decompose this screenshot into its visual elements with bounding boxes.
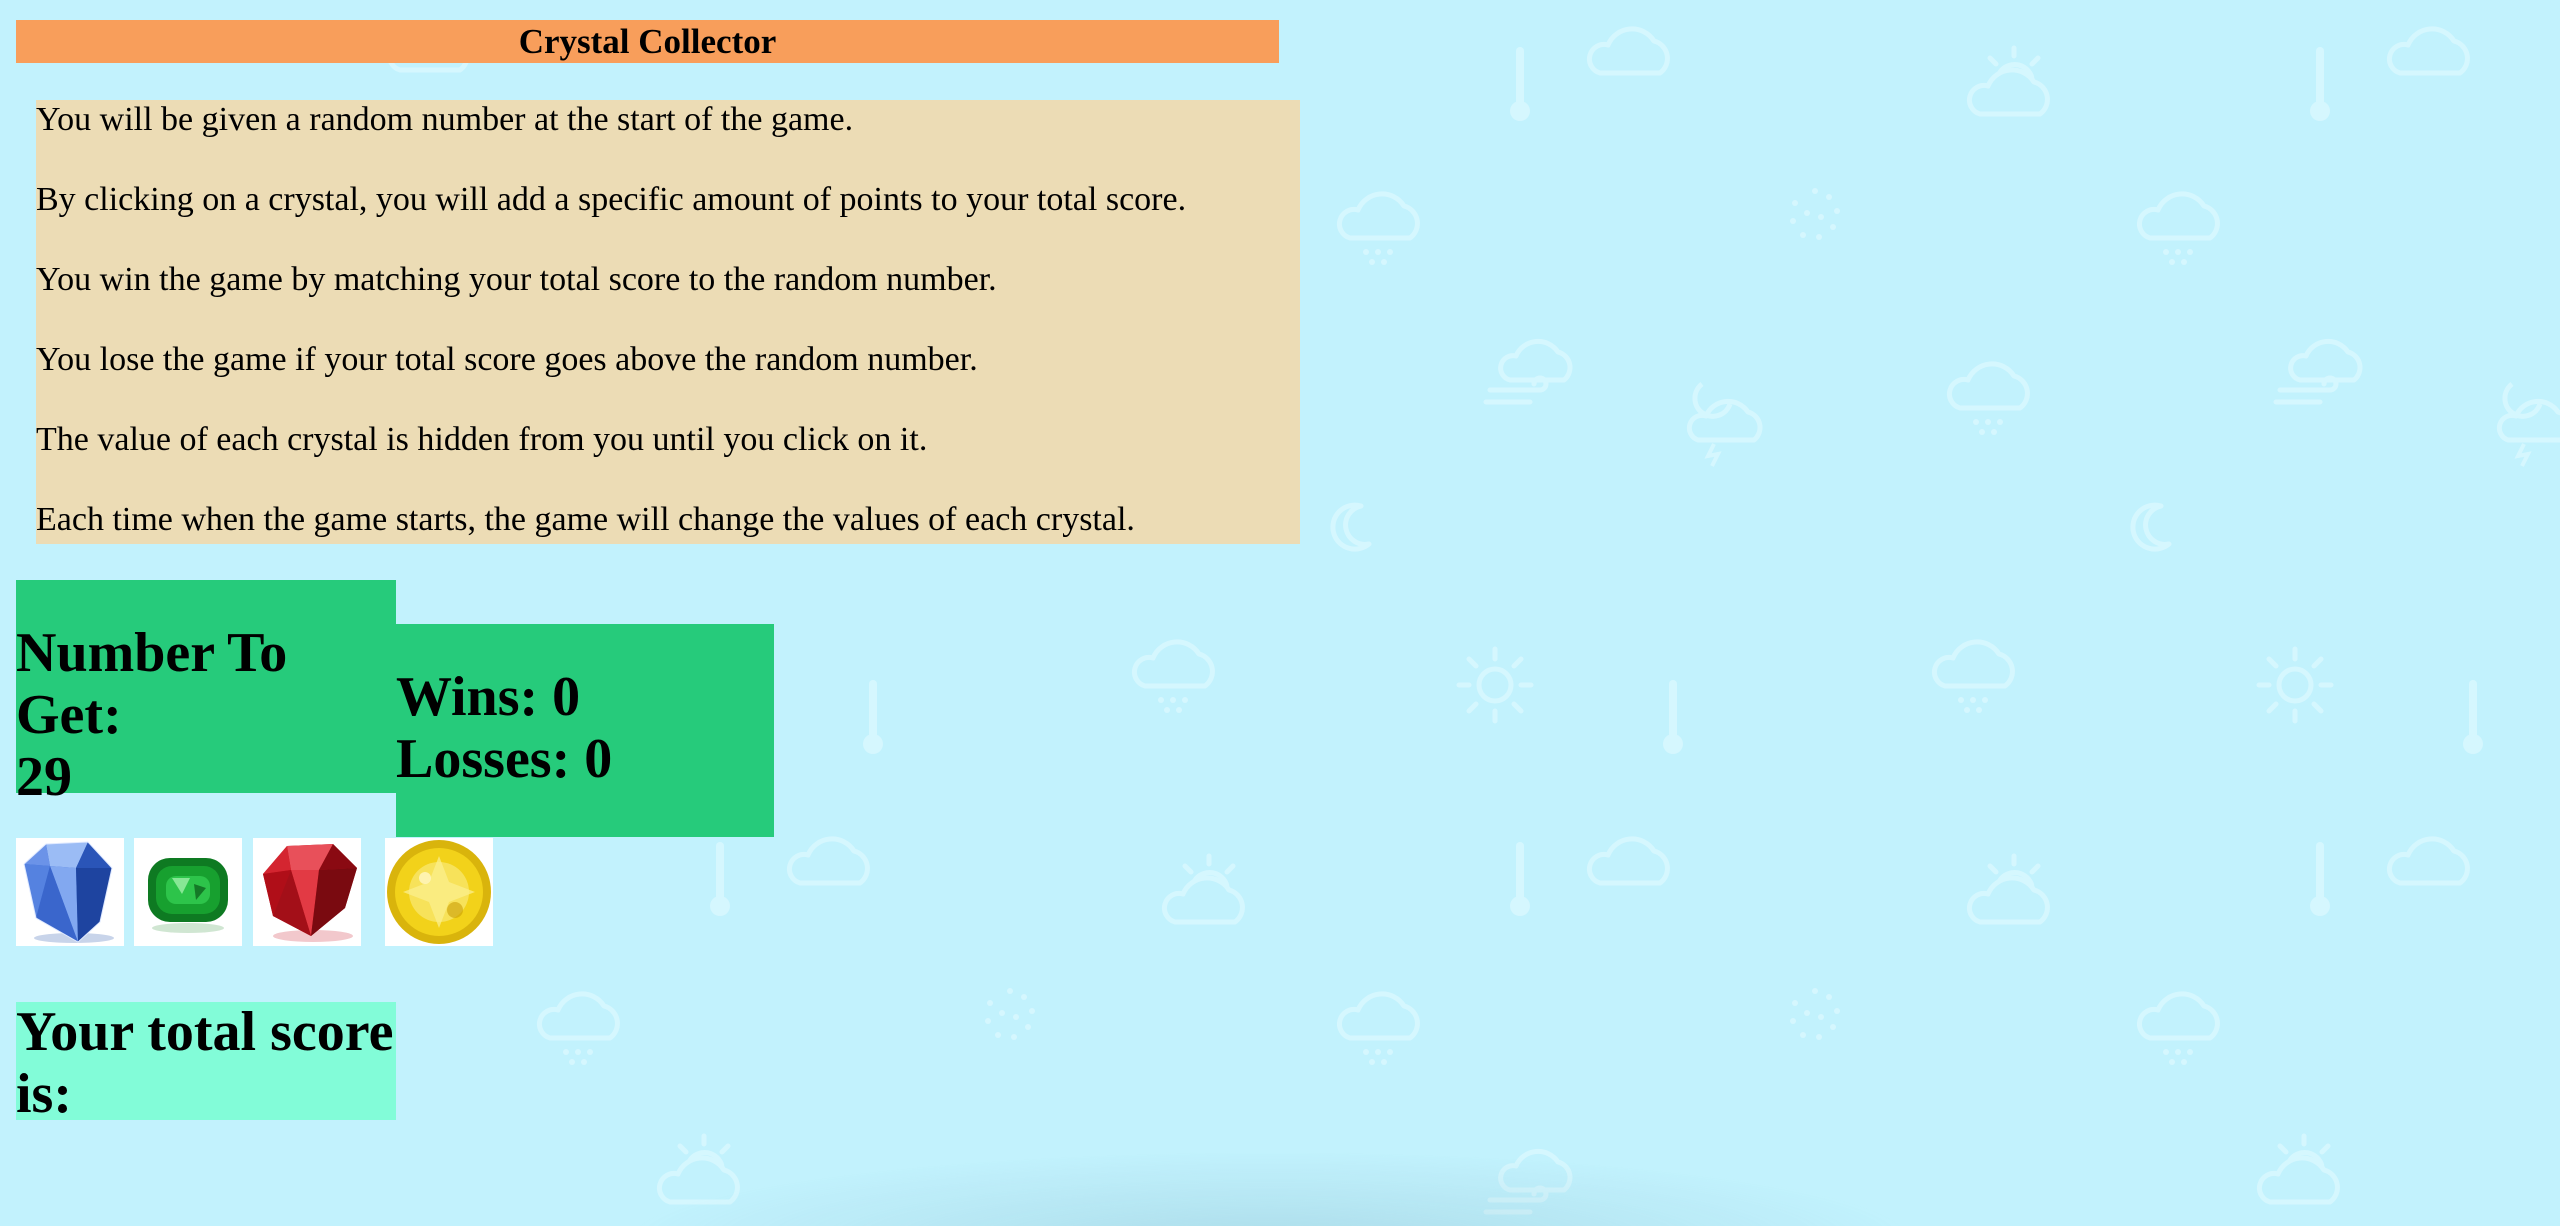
instruction-line: You will be given a random number at the…: [36, 101, 854, 138]
instructions-panel: You will be given a random number at the…: [36, 100, 1300, 544]
target-number-value: 29: [16, 746, 72, 808]
instruction-line: The value of each crystal is hidden from…: [36, 421, 928, 458]
crystal-button-blue[interactable]: [16, 838, 124, 946]
total-score-panel: Your total score is:: [16, 1001, 396, 1125]
wins-label: Wins:: [396, 666, 539, 728]
win-loss-panel: Wins: 0 Losses: 0: [396, 624, 774, 837]
wins-row: Wins: 0: [396, 666, 612, 728]
instruction-line: You lose the game if your total score go…: [36, 341, 978, 378]
instruction-line: You win the game by matching your total …: [36, 261, 997, 298]
yellow-gem-icon: [385, 838, 493, 946]
crystal-button-red[interactable]: [253, 838, 361, 946]
instruction-line: By clicking on a crystal, you will add a…: [36, 181, 1187, 218]
target-number-label: Number To Get:: [16, 622, 288, 746]
losses-label: Losses:: [396, 728, 571, 790]
losses-count: 0: [584, 728, 613, 790]
total-score-label: Your total score is:: [16, 1001, 394, 1125]
bottom-shadow: [620, 1150, 1920, 1226]
instruction-line: Each time when the game starts, the game…: [36, 501, 1135, 538]
crystal-button-green[interactable]: [134, 838, 242, 946]
losses-row: Losses: 0: [396, 728, 612, 790]
crystal-button-yellow[interactable]: [385, 838, 493, 946]
green-emerald-icon: [134, 838, 242, 946]
wins-count: 0: [552, 666, 581, 728]
target-number-panel: Number To Get: 29: [16, 580, 396, 808]
red-ruby-icon: [253, 838, 361, 946]
blue-diamond-icon: [16, 838, 124, 946]
page-title: Crystal Collector: [16, 20, 1279, 63]
